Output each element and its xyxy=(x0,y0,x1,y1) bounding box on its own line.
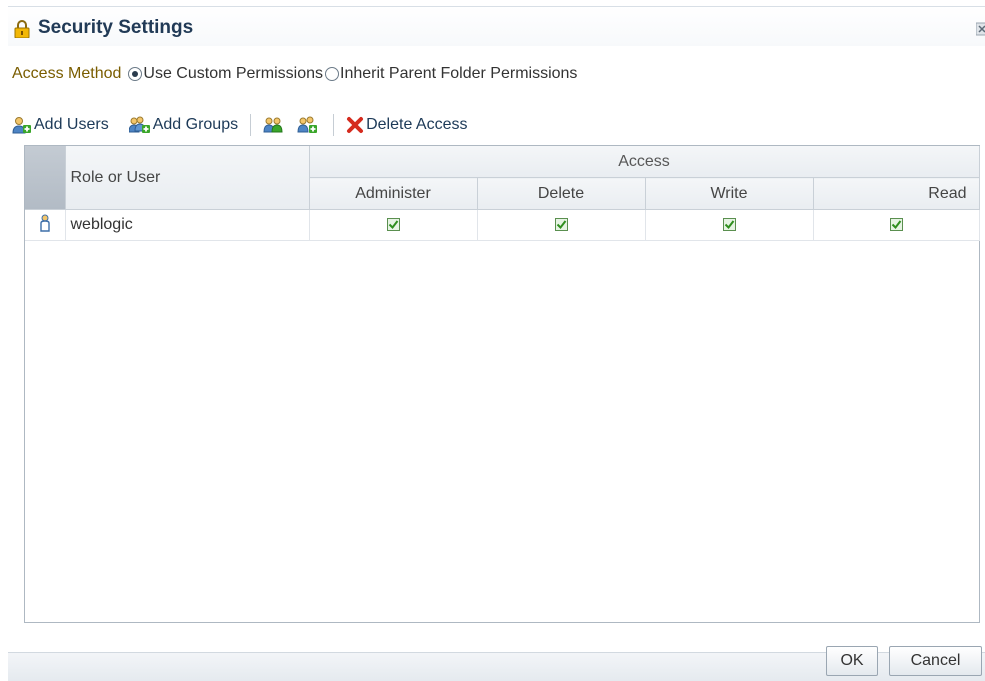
users-groups-icon xyxy=(263,117,283,133)
column-header-delete[interactable]: Delete xyxy=(477,177,646,210)
user-icon xyxy=(40,214,50,232)
delete-access-label: Delete Access xyxy=(366,116,468,133)
users-groups-button-2[interactable] xyxy=(297,116,321,134)
read-cell[interactable] xyxy=(813,209,980,241)
user-name-cell: weblogic xyxy=(65,209,310,241)
column-header-administer[interactable]: Administer xyxy=(309,177,478,210)
add-user-icon xyxy=(12,117,31,134)
access-method-row: Access Method Use Custom Permissions Inh… xyxy=(12,62,579,86)
checkbox-checked-icon[interactable] xyxy=(386,218,400,232)
add-group-icon xyxy=(128,116,150,133)
toolbar-separator xyxy=(250,114,252,136)
write-cell[interactable] xyxy=(645,209,814,241)
column-header-write[interactable]: Write xyxy=(645,177,814,210)
radio-use-custom-permissions[interactable] xyxy=(128,67,143,81)
dialog-title-bar: Security Settings xyxy=(8,6,985,46)
add-users-groups-icon xyxy=(297,116,318,133)
cancel-button[interactable]: Cancel xyxy=(889,646,982,676)
dialog-title: Security Settings xyxy=(38,17,194,38)
permissions-toolbar: Add Users Add Groups Delete Access xyxy=(12,112,467,138)
close-icon[interactable] xyxy=(975,22,985,36)
toolbar-separator xyxy=(333,114,335,136)
radio-inherit-parent-permissions[interactable] xyxy=(325,67,339,81)
administer-cell[interactable] xyxy=(309,209,478,241)
row-header-corner xyxy=(25,146,66,210)
table-row[interactable]: weblogic xyxy=(25,209,980,241)
column-header-access: Access xyxy=(309,146,980,178)
add-users-button[interactable]: Add Users xyxy=(12,116,109,134)
lock-icon xyxy=(14,20,30,39)
users-groups-button-1[interactable] xyxy=(263,116,287,134)
access-method-label: Access Method xyxy=(12,65,122,82)
row-icon-cell xyxy=(25,209,66,241)
checkbox-checked-icon[interactable] xyxy=(889,218,903,232)
delete-icon xyxy=(347,117,364,133)
permissions-table-panel: Role or User Access Administer Delete Wr… xyxy=(24,145,980,623)
radio-label-inherit-parent-permissions[interactable]: Inherit Parent Folder Permissions xyxy=(340,65,577,83)
security-settings-dialog: Security Settings Access Method Use Cust… xyxy=(0,0,985,681)
add-groups-label: Add Groups xyxy=(152,116,239,133)
column-header-read[interactable]: Read xyxy=(813,177,980,210)
checkbox-checked-icon[interactable] xyxy=(554,218,568,232)
ok-button[interactable]: OK xyxy=(826,646,878,676)
permissions-table: Role or User Access Administer Delete Wr… xyxy=(25,146,980,241)
delete-cell[interactable] xyxy=(477,209,646,241)
add-users-label: Add Users xyxy=(34,116,109,133)
column-header-role-or-user[interactable]: Role or User xyxy=(65,146,310,210)
add-groups-button[interactable]: Add Groups xyxy=(128,116,239,134)
radio-label-use-custom-permissions[interactable]: Use Custom Permissions xyxy=(143,65,323,83)
delete-access-button[interactable]: Delete Access xyxy=(346,116,467,134)
checkbox-checked-icon[interactable] xyxy=(722,218,736,232)
